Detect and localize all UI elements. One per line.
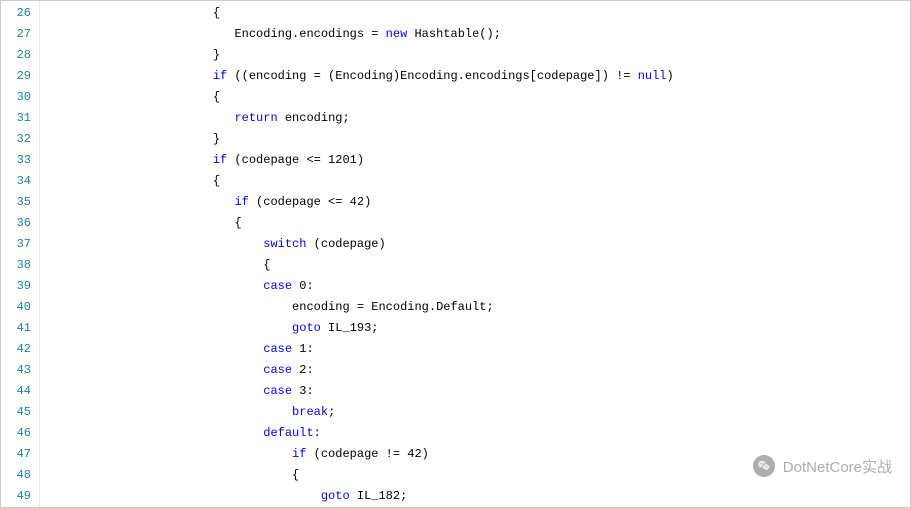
code-token: (codepage != 42) bbox=[306, 447, 428, 461]
code-line[interactable]: { bbox=[40, 3, 910, 24]
code-token: ) bbox=[667, 69, 674, 83]
code-editor[interactable]: 2627282930313233343536373839404142434445… bbox=[0, 0, 911, 508]
line-number: 33 bbox=[7, 150, 31, 171]
code-line[interactable]: { bbox=[40, 255, 910, 276]
line-number: 39 bbox=[7, 276, 31, 297]
line-number: 47 bbox=[7, 444, 31, 465]
code-token: } bbox=[213, 132, 220, 146]
line-number: 46 bbox=[7, 423, 31, 444]
line-number: 28 bbox=[7, 45, 31, 66]
line-number-gutter: 2627282930313233343536373839404142434445… bbox=[1, 1, 40, 507]
code-line[interactable]: { bbox=[40, 171, 910, 192]
line-number: 44 bbox=[7, 381, 31, 402]
keyword-token: if bbox=[234, 195, 248, 209]
keyword-token: goto bbox=[292, 321, 321, 335]
line-number: 43 bbox=[7, 360, 31, 381]
line-number: 30 bbox=[7, 87, 31, 108]
code-line[interactable]: { bbox=[40, 87, 910, 108]
code-line[interactable]: case 3: bbox=[40, 381, 910, 402]
code-token: encoding; bbox=[278, 111, 350, 125]
code-area[interactable]: { Encoding.encodings = new Hashtable(); … bbox=[40, 1, 910, 507]
line-number: 49 bbox=[7, 486, 31, 507]
code-token: ((encoding = (Encoding)Encoding.encoding… bbox=[227, 69, 637, 83]
keyword-token: case bbox=[263, 342, 292, 356]
code-line[interactable]: case 1: bbox=[40, 339, 910, 360]
line-number: 40 bbox=[7, 297, 31, 318]
code-line[interactable]: if ((encoding = (Encoding)Encoding.encod… bbox=[40, 66, 910, 87]
code-token: (codepage) bbox=[306, 237, 385, 251]
code-line[interactable]: } bbox=[40, 129, 910, 150]
keyword-token: if bbox=[292, 447, 306, 461]
code-line[interactable]: goto IL_182; bbox=[40, 486, 910, 507]
line-number: 32 bbox=[7, 129, 31, 150]
code-token: 1: bbox=[292, 342, 314, 356]
code-line[interactable]: Encoding.encodings = new Hashtable(); bbox=[40, 24, 910, 45]
code-token: (codepage <= 1201) bbox=[227, 153, 364, 167]
line-number: 37 bbox=[7, 234, 31, 255]
line-number: 26 bbox=[7, 3, 31, 24]
code-line[interactable]: case 2: bbox=[40, 360, 910, 381]
keyword-token: case bbox=[263, 279, 292, 293]
code-token: 3: bbox=[292, 384, 314, 398]
code-line[interactable]: } bbox=[40, 45, 910, 66]
keyword-token: if bbox=[213, 69, 227, 83]
line-number: 27 bbox=[7, 24, 31, 45]
line-number: 34 bbox=[7, 171, 31, 192]
line-number: 42 bbox=[7, 339, 31, 360]
code-line[interactable]: switch (codepage) bbox=[40, 234, 910, 255]
code-token: IL_193; bbox=[321, 321, 379, 335]
code-token: 2: bbox=[292, 363, 314, 377]
code-line[interactable]: goto IL_193; bbox=[40, 318, 910, 339]
keyword-token: new bbox=[386, 27, 408, 41]
line-number: 35 bbox=[7, 192, 31, 213]
keyword-token: case bbox=[263, 384, 292, 398]
line-number: 36 bbox=[7, 213, 31, 234]
code-token: encoding = Encoding.Default; bbox=[292, 300, 494, 314]
keyword-token: return bbox=[234, 111, 277, 125]
code-token: } bbox=[213, 48, 220, 62]
keyword-token: default bbox=[263, 426, 313, 440]
code-line[interactable]: break; bbox=[40, 402, 910, 423]
code-token: { bbox=[234, 216, 241, 230]
line-number: 38 bbox=[7, 255, 31, 276]
keyword-token: null bbox=[638, 69, 667, 83]
line-number: 45 bbox=[7, 402, 31, 423]
keyword-token: goto bbox=[321, 489, 350, 503]
code-token: { bbox=[263, 258, 270, 272]
code-line[interactable]: if (codepage != 42) bbox=[40, 444, 910, 465]
code-token: { bbox=[213, 174, 220, 188]
code-token: { bbox=[213, 6, 220, 20]
line-number: 31 bbox=[7, 108, 31, 129]
code-line[interactable]: { bbox=[40, 465, 910, 486]
code-token: IL_182; bbox=[350, 489, 408, 503]
code-line[interactable]: case 0: bbox=[40, 276, 910, 297]
code-line[interactable]: if (codepage <= 1201) bbox=[40, 150, 910, 171]
line-number: 41 bbox=[7, 318, 31, 339]
code-line[interactable]: encoding = Encoding.Default; bbox=[40, 297, 910, 318]
code-token: (codepage <= 42) bbox=[249, 195, 371, 209]
code-token: Encoding.encodings = bbox=[234, 27, 385, 41]
code-token: { bbox=[292, 468, 299, 482]
keyword-token: break bbox=[292, 405, 328, 419]
code-line[interactable]: return encoding; bbox=[40, 108, 910, 129]
code-token: { bbox=[213, 90, 220, 104]
keyword-token: if bbox=[213, 153, 227, 167]
code-token: ; bbox=[328, 405, 335, 419]
code-line[interactable]: default: bbox=[40, 423, 910, 444]
code-token: : bbox=[314, 426, 321, 440]
line-number: 48 bbox=[7, 465, 31, 486]
line-number: 29 bbox=[7, 66, 31, 87]
code-line[interactable]: if (codepage <= 42) bbox=[40, 192, 910, 213]
keyword-token: case bbox=[263, 363, 292, 377]
code-token: Hashtable(); bbox=[407, 27, 501, 41]
keyword-token: switch bbox=[263, 237, 306, 251]
code-token: 0: bbox=[292, 279, 314, 293]
code-line[interactable]: { bbox=[40, 213, 910, 234]
